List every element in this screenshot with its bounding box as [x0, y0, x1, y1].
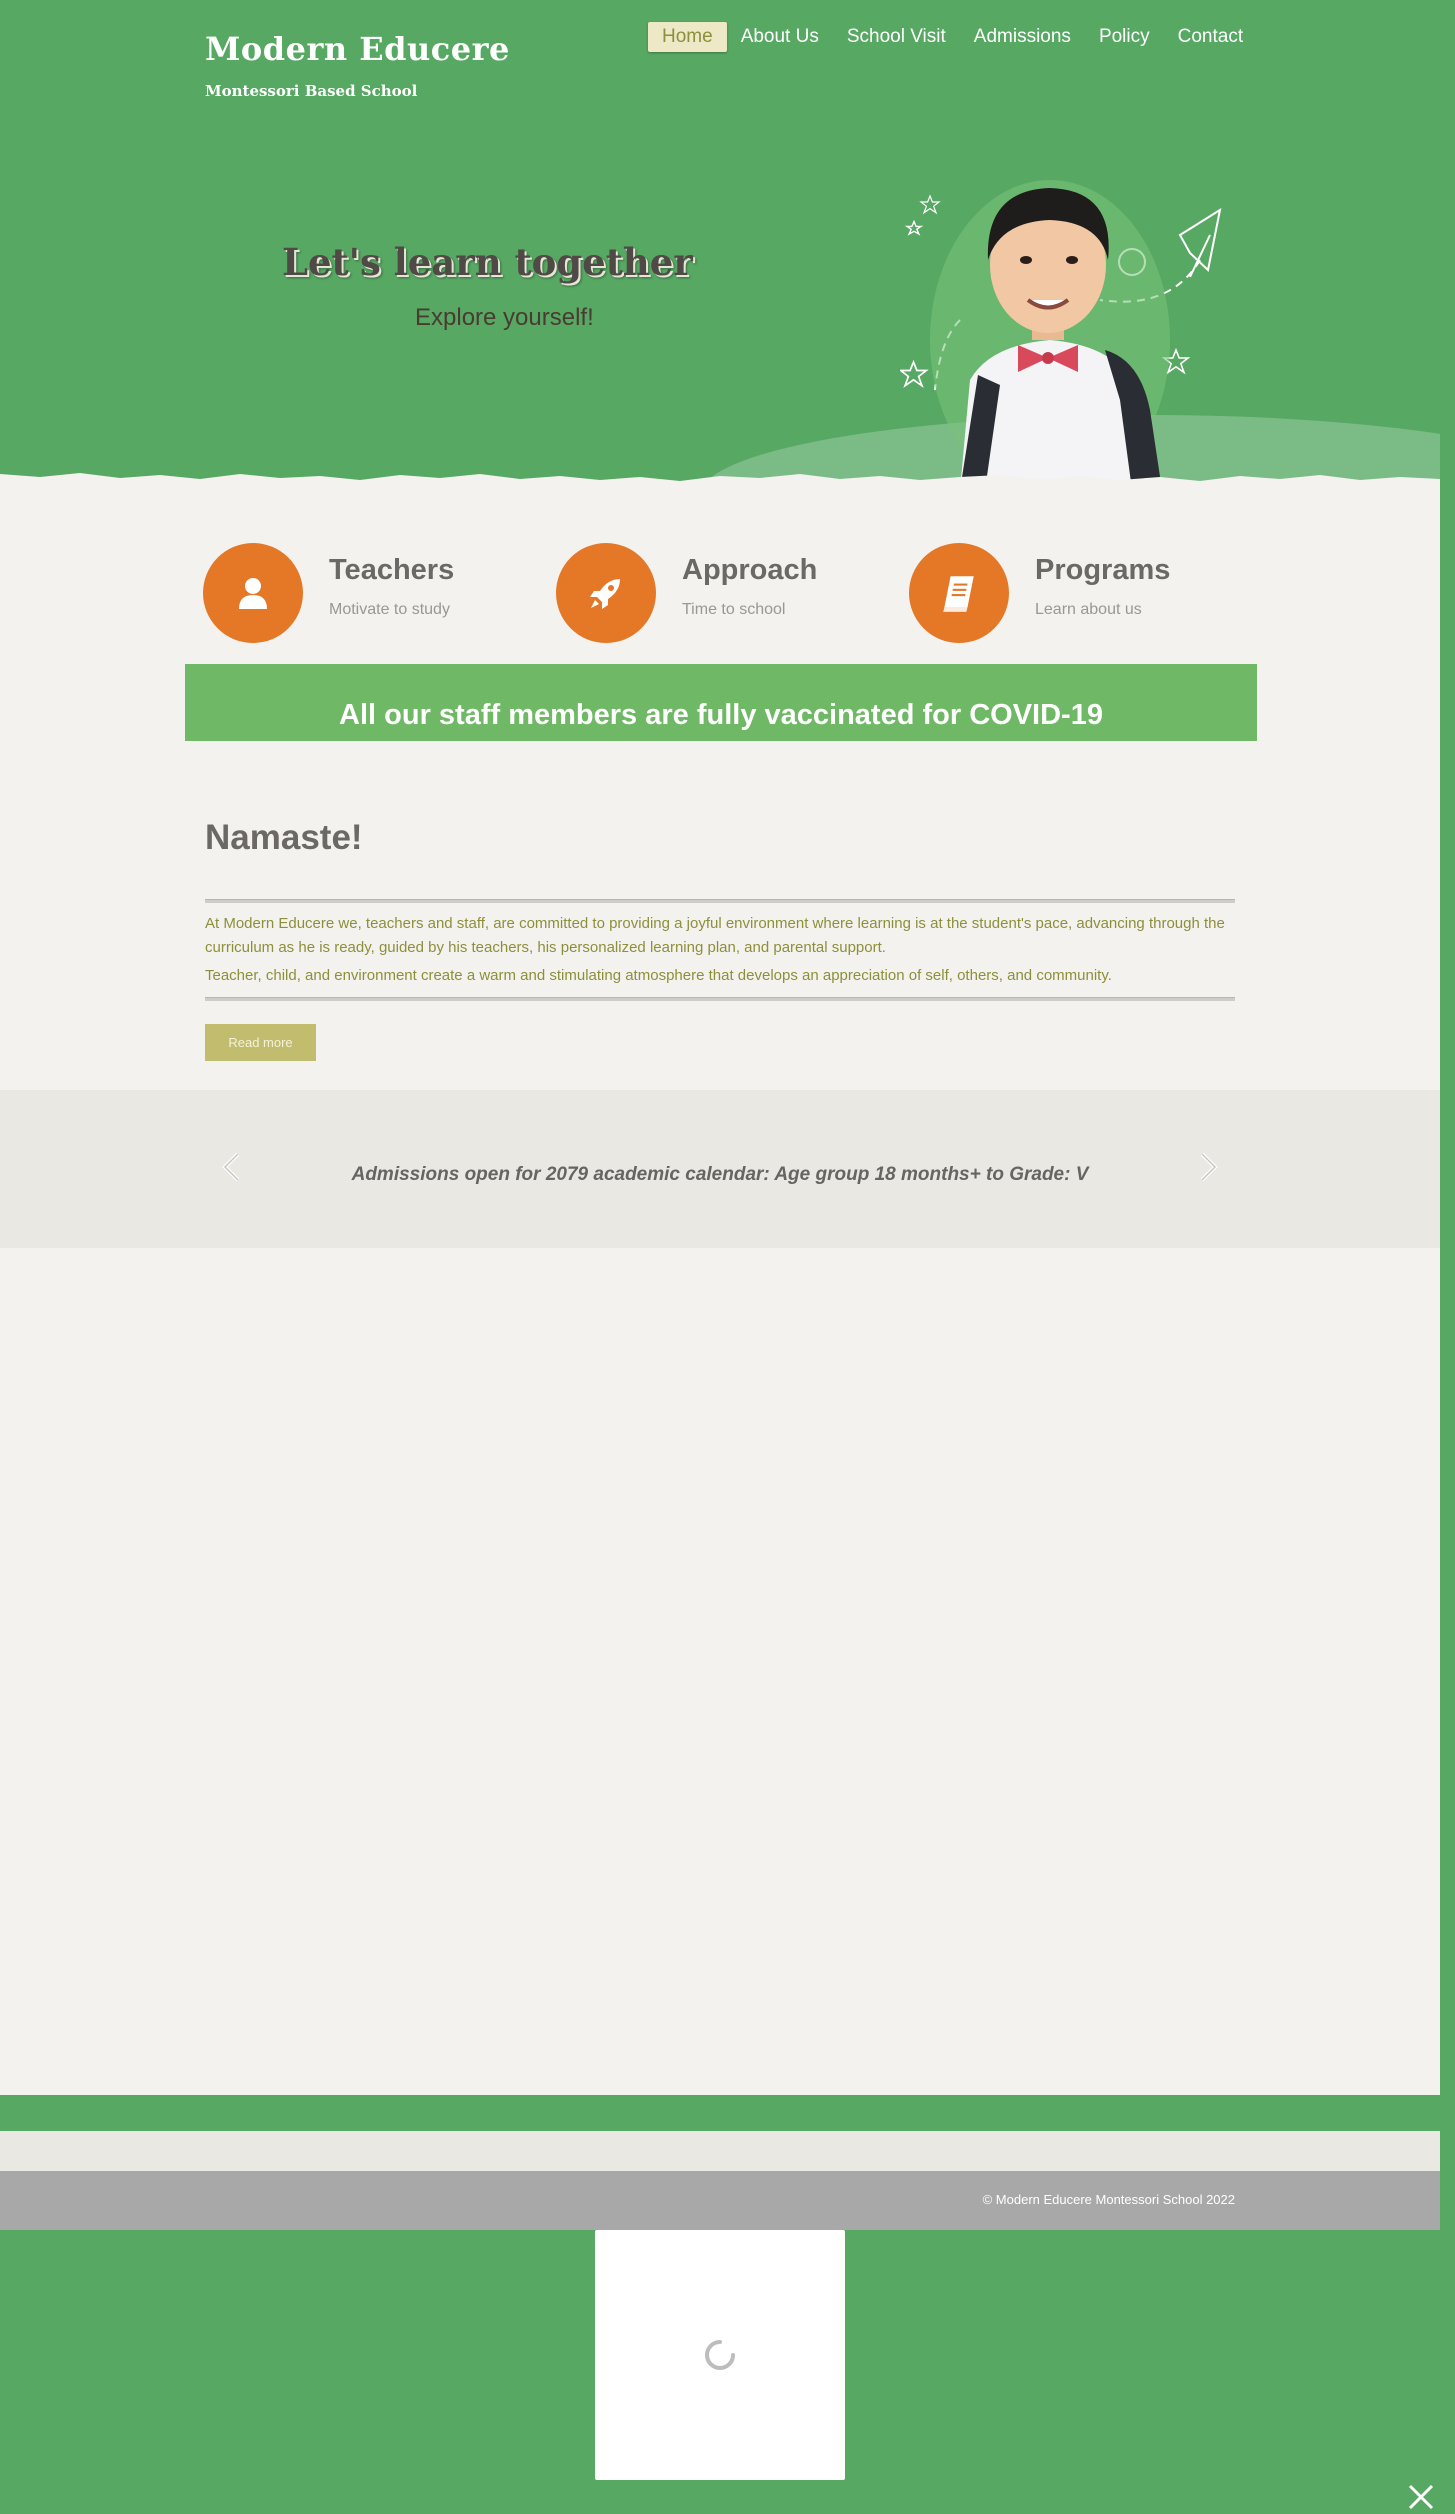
nav-about-us[interactable]: About Us [727, 22, 833, 52]
feature-title[interactable]: Approach [682, 553, 817, 587]
user-icon [239, 578, 267, 609]
feature-subtitle: Time to school [682, 601, 786, 618]
copyright-text: © Modern Educere Montessori School 2022 [982, 2192, 1235, 2207]
book-icon [943, 576, 974, 612]
divider-top [205, 899, 1235, 903]
feature-title[interactable]: Teachers [329, 553, 454, 587]
student-photo [930, 180, 1170, 490]
feature-title[interactable]: Programs [1035, 553, 1170, 587]
feature-icon-circle[interactable] [909, 543, 1009, 643]
feature-icon-circle[interactable] [203, 543, 303, 643]
intro-heading: Namaste! [205, 818, 363, 857]
site-logo[interactable]: Modern Educere [205, 30, 510, 68]
main-nav: Home About Us School Visit Admissions Po… [648, 22, 1257, 52]
loading-spinner-icon [705, 2340, 735, 2370]
nav-contact[interactable]: Contact [1164, 22, 1257, 52]
intro-paragraph-2: Teacher, child, and environment create a… [205, 967, 1112, 984]
footer-divider [0, 2095, 1440, 2131]
nav-home[interactable]: Home [648, 22, 727, 52]
hero-title: Let's learn together [282, 240, 693, 284]
feature-programs[interactable]: Programs Learn about us [909, 543, 1170, 643]
intro-paragraph-1: At Modern Educere we, teachers and staff… [205, 915, 1225, 956]
slider-text: Admissions open for 2079 academic calend… [351, 1164, 1089, 1185]
nav-school-visit[interactable]: School Visit [833, 22, 960, 52]
site-tagline: Montessori Based School [205, 82, 418, 100]
hero-subtitle: Explore yourself! [415, 304, 594, 331]
feature-approach[interactable]: Approach Time to school [556, 543, 817, 643]
lightbox-loader [595, 2230, 845, 2480]
nav-policy[interactable]: Policy [1085, 22, 1164, 52]
feature-teachers[interactable]: Teachers Motivate to study [203, 543, 454, 643]
feature-icon-circle[interactable] [556, 543, 656, 643]
rocket-icon [590, 579, 620, 609]
feature-subtitle: Motivate to study [329, 601, 450, 618]
read-more-button[interactable]: Read more [205, 1024, 316, 1061]
chevron-right-icon[interactable] [1196, 1152, 1220, 1182]
divider-bottom [205, 997, 1235, 1001]
feature-subtitle: Learn about us [1035, 601, 1142, 618]
nav-admissions[interactable]: Admissions [960, 22, 1085, 52]
page: Modern Educere Montessori Based School H… [0, 0, 1440, 2514]
close-icon[interactable] [1407, 2483, 1435, 2511]
covid-notice-banner: All our staff members are fully vaccinat… [185, 664, 1257, 741]
hero-section: Modern Educere Montessori Based School H… [0, 0, 1440, 490]
footer-top [0, 2131, 1440, 2171]
